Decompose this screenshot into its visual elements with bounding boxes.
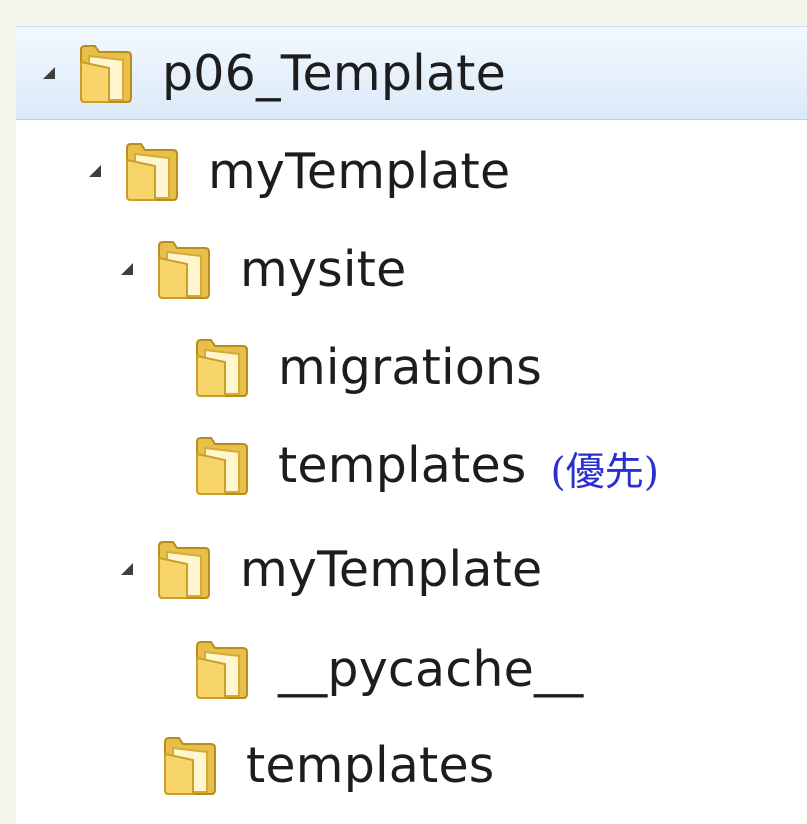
folder-icon xyxy=(124,140,180,202)
folder-icon xyxy=(194,434,250,496)
tree-row-templates[interactable]: templates xyxy=(162,716,495,814)
folder-icon xyxy=(78,42,134,104)
priority-note: (優先) xyxy=(550,450,659,495)
tree-item-label: myTemplate xyxy=(240,540,543,598)
folder-icon xyxy=(156,538,212,600)
expand-triangle-icon[interactable] xyxy=(86,162,104,180)
tree-item-label: p06_Template xyxy=(162,44,506,102)
folder-icon xyxy=(162,734,218,796)
tree-item-label: __pycache__ xyxy=(278,640,584,698)
tree-item-label: myTemplate xyxy=(208,142,511,200)
tree-row-mytemplate-2[interactable]: myTemplate xyxy=(118,520,542,618)
tree-row-pycache[interactable]: __pycache__ xyxy=(194,620,583,718)
tree-item-label: migrations xyxy=(278,338,543,396)
tree-row-p06-template[interactable]: p06_Template xyxy=(16,26,807,120)
folder-icon xyxy=(194,336,250,398)
tree-item-label: templates xyxy=(278,436,527,494)
folder-icon xyxy=(194,638,250,700)
tree-item-label: templates xyxy=(246,736,495,794)
tree-row-mysite[interactable]: mysite xyxy=(118,220,406,318)
tree-item-label: mysite xyxy=(240,240,407,298)
tree-row-migrations[interactable]: migrations xyxy=(194,318,542,416)
expand-triangle-icon[interactable] xyxy=(118,560,136,578)
expand-triangle-icon[interactable] xyxy=(40,64,58,82)
folder-tree: p06_Template myTemplate mysite migration… xyxy=(0,0,807,824)
folder-icon xyxy=(156,238,212,300)
tree-row-mytemplate-1[interactable]: myTemplate xyxy=(86,122,510,220)
expand-triangle-icon[interactable] xyxy=(118,260,136,278)
tree-row-templates-priority[interactable]: templates (優先) xyxy=(194,416,659,514)
